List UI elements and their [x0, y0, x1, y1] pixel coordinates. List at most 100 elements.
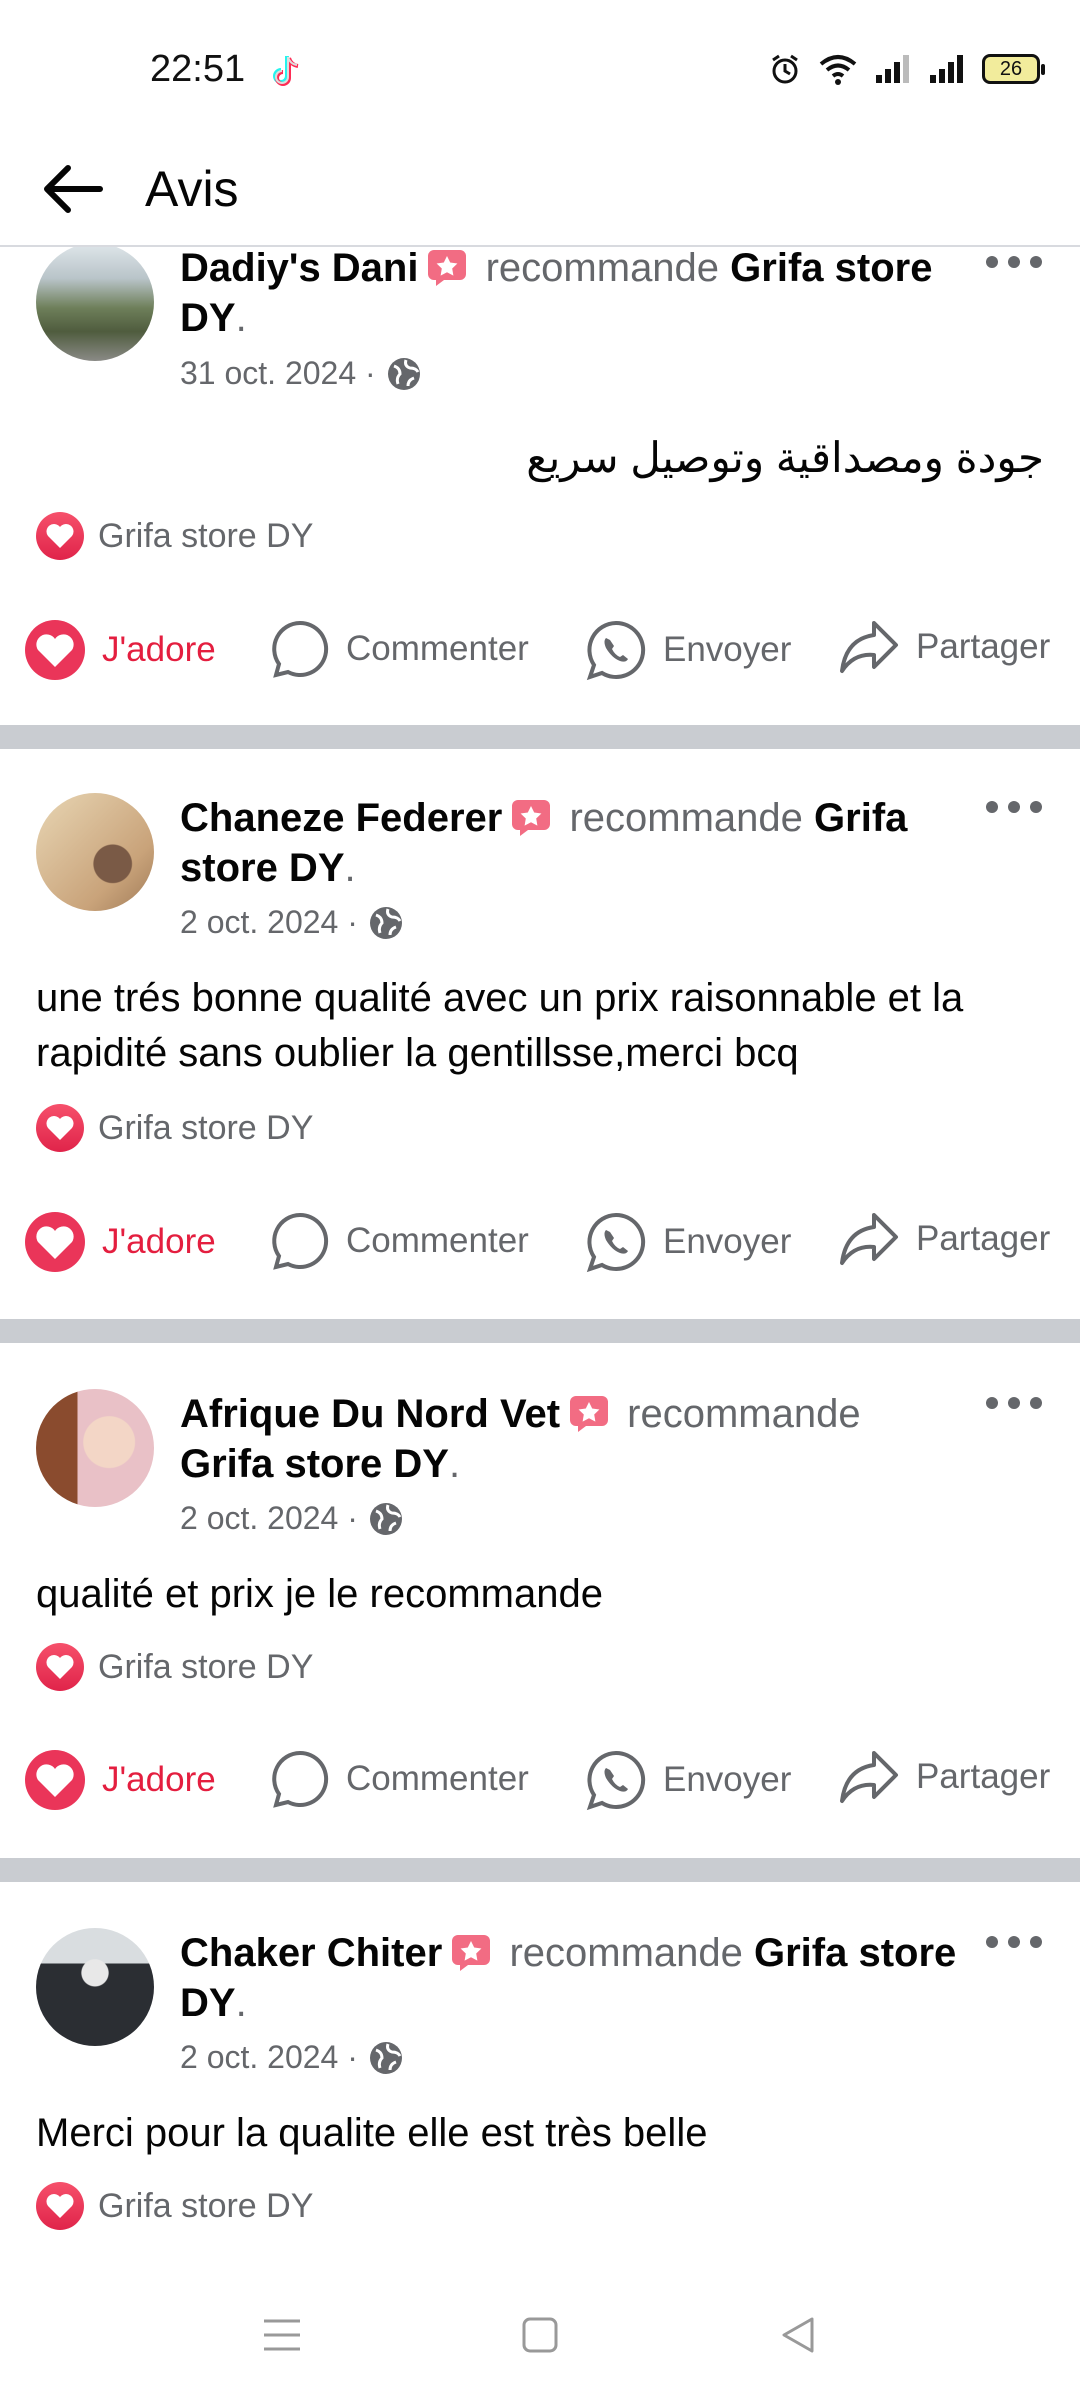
- share-button[interactable]: Partager: [838, 619, 1050, 675]
- comment-icon: [272, 620, 329, 678]
- back-triangle-icon[interactable]: [778, 2315, 818, 2355]
- more-icon[interactable]: [984, 1393, 1044, 1413]
- action-bar: J'adore Commenter Envoyer Partager: [0, 1749, 1080, 1819]
- review-text: Merci pour la qualite elle est très bell…: [36, 2111, 708, 2155]
- review-header: Chaker Chiter recommande Grifa store DY.: [180, 1931, 957, 2025]
- globe-icon: [369, 2041, 402, 2074]
- battery-icon: 26: [982, 54, 1045, 84]
- globe-icon: [369, 906, 402, 939]
- globe-icon: [369, 1502, 402, 1535]
- heart-icon: [36, 1643, 84, 1691]
- heart-icon: [25, 620, 85, 680]
- back-arrow-icon[interactable]: [36, 152, 110, 226]
- review-post: Chaneze Federer recommande Grifa store D…: [0, 749, 1080, 1319]
- avatar[interactable]: [36, 247, 154, 361]
- love-button[interactable]: J'adore: [24, 1211, 216, 1273]
- comment-button[interactable]: Commenter: [270, 1749, 529, 1809]
- app-bar: Avis: [0, 140, 1080, 247]
- heart-icon: [25, 1212, 85, 1272]
- status-bar: 22:51 26: [0, 0, 1080, 140]
- love-label: J'adore: [102, 1222, 216, 1261]
- share-button[interactable]: Partager: [838, 1749, 1050, 1805]
- action-bar: J'adore Commenter Envoyer Partager: [0, 1211, 1080, 1281]
- comment-icon: [272, 1750, 329, 1808]
- star-badge-icon: [428, 250, 467, 286]
- star-badge-icon: [570, 1396, 609, 1432]
- author-name[interactable]: Afrique Du Nord Vet: [180, 1392, 560, 1436]
- review-date: 2 oct. 2024 ·: [180, 2039, 358, 2075]
- share-label: Partager: [916, 1757, 1051, 1796]
- globe-icon: [387, 357, 420, 390]
- reaction-by: Grifa store DY: [98, 516, 314, 555]
- comment-label: Commenter: [346, 1221, 529, 1260]
- alarm-icon: [772, 54, 798, 84]
- more-icon[interactable]: [984, 797, 1044, 817]
- heart-icon: [36, 2182, 84, 2230]
- reaction-summary[interactable]: Grifa store DY: [36, 512, 313, 560]
- comment-label: Commenter: [346, 629, 529, 668]
- send-label: Envoyer: [663, 1222, 792, 1261]
- share-icon: [840, 1751, 898, 1803]
- tiktok-icon: [273, 56, 299, 86]
- love-label: J'adore: [102, 630, 216, 669]
- review-text: جودة ومصداقية وتوصيل سريع: [526, 434, 1044, 481]
- share-icon: [840, 1213, 898, 1265]
- whatsapp-icon: [586, 620, 646, 681]
- send-button[interactable]: Envoyer: [585, 1211, 791, 1273]
- share-label: Partager: [916, 627, 1051, 666]
- review-date: 2 oct. 2024 ·: [180, 904, 358, 940]
- star-badge-icon: [512, 800, 551, 836]
- reaction-by: Grifa store DY: [98, 1108, 314, 1147]
- reaction-summary[interactable]: Grifa store DY: [36, 2182, 313, 2230]
- status-time: 22:51: [150, 48, 246, 90]
- review-meta: 2 oct. 2024 ·: [180, 2039, 404, 2076]
- avatar[interactable]: [36, 1928, 154, 2046]
- share-label: Partager: [916, 1219, 1051, 1258]
- reaction-by: Grifa store DY: [98, 1647, 314, 1686]
- reaction-summary[interactable]: Grifa store DY: [36, 1643, 313, 1691]
- heart-icon: [25, 1750, 85, 1810]
- review-header: Dadiy's Dani recommande Grifa store DY.: [180, 247, 933, 340]
- heart-icon: [36, 512, 84, 560]
- send-button[interactable]: Envoyer: [585, 619, 791, 681]
- review-meta: 31 oct. 2024 ·: [180, 355, 422, 392]
- author-name[interactable]: Dadiy's Dani: [180, 247, 418, 290]
- signal-icon-2: [930, 55, 963, 83]
- whatsapp-icon: [586, 1750, 646, 1811]
- review-header: Afrique Du Nord Vet recommande Grifa sto…: [180, 1392, 861, 1486]
- reviews-feed[interactable]: Dadiy's Dani recommande Grifa store DY. …: [0, 247, 1080, 2277]
- menu-icon[interactable]: [262, 2315, 302, 2355]
- reaction-summary[interactable]: Grifa store DY: [36, 1104, 313, 1152]
- page-name[interactable]: Grifa store DY: [180, 1442, 449, 1486]
- review-date: 2 oct. 2024 ·: [180, 1500, 358, 1536]
- comment-button[interactable]: Commenter: [270, 1211, 529, 1271]
- share-button[interactable]: Partager: [838, 1211, 1050, 1267]
- post-divider: [0, 1858, 1080, 1882]
- home-square-icon[interactable]: [520, 2315, 560, 2355]
- author-name[interactable]: Chaker Chiter: [180, 1931, 442, 1975]
- author-name[interactable]: Chaneze Federer: [180, 796, 502, 840]
- love-button[interactable]: J'adore: [24, 619, 216, 681]
- send-button[interactable]: Envoyer: [585, 1749, 791, 1811]
- post-divider: [0, 1319, 1080, 1343]
- signal-icon: [876, 55, 909, 83]
- more-icon[interactable]: [984, 1932, 1044, 1952]
- reaction-by: Grifa store DY: [98, 2186, 314, 2225]
- avatar[interactable]: [36, 1389, 154, 1507]
- comment-button[interactable]: Commenter: [270, 619, 529, 679]
- page-title: Avis: [145, 161, 239, 217]
- recommends-verb: recommande: [569, 796, 803, 840]
- more-icon[interactable]: [984, 252, 1044, 272]
- review-text: une trés bonne qualité avec un prix rais…: [36, 976, 964, 1075]
- avatar[interactable]: [36, 793, 154, 911]
- send-label: Envoyer: [663, 630, 792, 669]
- review-date: 31 oct. 2024 ·: [180, 355, 376, 391]
- system-nav-bar: [0, 2277, 1080, 2400]
- review-text: qualité et prix je le recommande: [36, 1572, 603, 1616]
- love-button[interactable]: J'adore: [24, 1749, 216, 1811]
- comment-icon: [272, 1212, 329, 1270]
- review-post: Dadiy's Dani recommande Grifa store DY. …: [0, 247, 1080, 725]
- whatsapp-icon: [586, 1212, 646, 1273]
- send-label: Envoyer: [663, 1760, 792, 1799]
- review-post: Afrique Du Nord Vet recommande Grifa sto…: [0, 1343, 1080, 1858]
